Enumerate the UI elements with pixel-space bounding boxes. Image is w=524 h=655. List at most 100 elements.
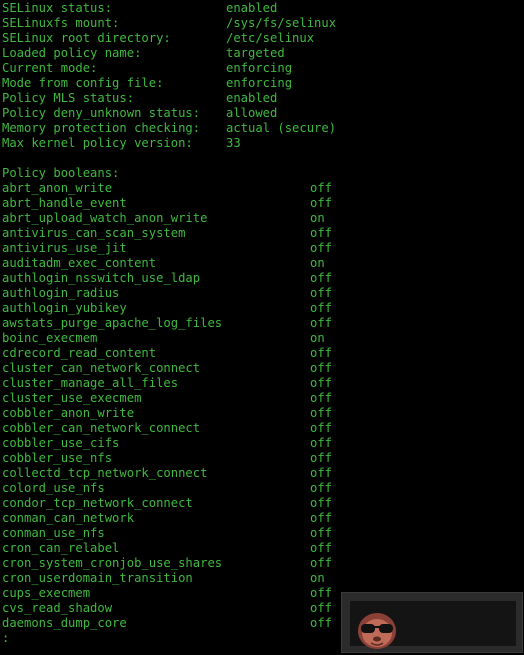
boolean-row: cobbler_anon_write off — [2, 406, 522, 421]
boolean-value: off — [310, 451, 333, 465]
boolean-row: colord_use_nfs off — [2, 481, 522, 496]
boolean-value: off — [310, 466, 333, 480]
boolean-name: awstats_purge_apache_log_files — [2, 316, 223, 330]
boolean-row: cluster_can_network_connect off — [2, 361, 522, 376]
boolean-value: off — [310, 556, 333, 570]
boolean-row: cron_userdomain_transition on — [2, 571, 522, 586]
boolean-row: collectd_tcp_network_connect off — [2, 466, 522, 481]
status-value: enforcing — [226, 76, 293, 90]
overlay-panel — [350, 601, 516, 649]
boolean-row: cluster_use_execmem off — [2, 391, 522, 406]
boolean-value: off — [310, 616, 333, 630]
status-row: Memory protection checking: actual (secur… — [2, 121, 522, 136]
boolean-value: off — [310, 361, 333, 375]
status-value: /sys/fs/selinux — [226, 16, 337, 30]
webcam-overlay — [341, 592, 523, 653]
boolean-row: cron_can_relabel off — [2, 541, 522, 556]
boolean-row: cobbler_use_nfs off — [2, 451, 522, 466]
boolean-name: cron_userdomain_transition — [2, 571, 193, 585]
boolean-value: on — [310, 571, 325, 585]
status-value: allowed — [226, 106, 278, 120]
boolean-name: collectd_tcp_network_connect — [2, 466, 208, 480]
sloth-sunglasses-icon — [358, 613, 396, 649]
boolean-row: cobbler_use_cifs off — [2, 436, 522, 451]
boolean-value: off — [310, 601, 333, 615]
status-value: enforcing — [226, 61, 293, 75]
status-key: Current mode: — [2, 61, 98, 75]
boolean-name: cron_system_cronjob_use_shares — [2, 556, 223, 570]
boolean-row: cdrecord_read_content off — [2, 346, 522, 361]
boolean-row: abrt_upload_watch_anon_write on — [2, 211, 522, 226]
boolean-row: authlogin_nsswitch_use_ldap off — [2, 271, 522, 286]
boolean-value: off — [310, 286, 333, 300]
boolean-name: cobbler_can_network_connect — [2, 421, 201, 435]
boolean-row: boinc_execmem on — [2, 331, 522, 346]
boolean-name: cobbler_use_cifs — [2, 436, 120, 450]
booleans-header: Policy booleans: — [2, 166, 120, 180]
terminal-output: SELinux status: enabled SELinuxfs mount: /s… — [2, 1, 522, 646]
boolean-name: auditadm_exec_content — [2, 256, 157, 270]
boolean-row: abrt_anon_write off — [2, 181, 522, 196]
boolean-name: cobbler_anon_write — [2, 406, 135, 420]
boolean-name: abrt_anon_write — [2, 181, 113, 195]
boolean-name: authlogin_radius — [2, 286, 120, 300]
status-row: Max kernel policy version: 33 — [2, 136, 522, 151]
status-key: SELinux status: — [2, 1, 113, 15]
boolean-value: on — [310, 256, 325, 270]
boolean-name: conman_can_network — [2, 511, 135, 525]
boolean-value: off — [310, 541, 333, 555]
boolean-name: condor_tcp_network_connect — [2, 496, 193, 510]
boolean-row: cluster_manage_all_files off — [2, 376, 522, 391]
status-key: Policy deny_unknown status: — [2, 106, 201, 120]
boolean-name: cups_execmem — [2, 586, 91, 600]
status-row: Loaded policy name: targeted — [2, 46, 522, 61]
boolean-row: condor_tcp_network_connect off — [2, 496, 522, 511]
boolean-value: off — [310, 421, 333, 435]
boolean-value: off — [310, 241, 333, 255]
status-row: Policy deny_unknown status: allowed — [2, 106, 522, 121]
boolean-row: antivirus_use_jit off — [2, 241, 522, 256]
status-key: Memory protection checking: — [2, 121, 201, 135]
boolean-name: abrt_upload_watch_anon_write — [2, 211, 208, 225]
boolean-value: off — [310, 181, 333, 195]
boolean-value: on — [310, 211, 325, 225]
boolean-name: antivirus_can_scan_system — [2, 226, 186, 240]
boolean-value: off — [310, 346, 333, 360]
boolean-row: awstats_purge_apache_log_files off — [2, 316, 522, 331]
boolean-value: off — [310, 496, 333, 510]
boolean-value: off — [310, 526, 333, 540]
boolean-row: cobbler_can_network_connect off — [2, 421, 522, 436]
status-row: Policy MLS status: enabled — [2, 91, 522, 106]
boolean-name: antivirus_use_jit — [2, 241, 127, 255]
boolean-row: auditadm_exec_content on — [2, 256, 522, 271]
status-value: targeted — [226, 46, 285, 60]
status-value: enabled — [226, 91, 278, 105]
boolean-value: on — [310, 331, 325, 345]
boolean-row: antivirus_can_scan_system off — [2, 226, 522, 241]
boolean-name: cdrecord_read_content — [2, 346, 157, 360]
boolean-name: authlogin_yubikey — [2, 301, 127, 315]
boolean-name: cvs_read_shadow — [2, 601, 113, 615]
boolean-name: cobbler_use_nfs — [2, 451, 113, 465]
boolean-value: off — [310, 226, 333, 240]
boolean-value: off — [310, 481, 333, 495]
boolean-name: abrt_handle_event — [2, 196, 127, 210]
status-value: /etc/selinux — [226, 31, 315, 45]
boolean-row: authlogin_yubikey off — [2, 301, 522, 316]
boolean-row: cron_system_cronjob_use_shares off — [2, 556, 522, 571]
boolean-name: daemons_dump_core — [2, 616, 127, 630]
boolean-row: conman_can_network off — [2, 511, 522, 526]
boolean-value: off — [310, 406, 333, 420]
boolean-name: colord_use_nfs — [2, 481, 105, 495]
boolean-row: conman_use_nfs off — [2, 526, 522, 541]
boolean-name: cluster_use_execmem — [2, 391, 142, 405]
boolean-value: off — [310, 436, 333, 450]
boolean-value: off — [310, 511, 333, 525]
status-key: Mode from config file: — [2, 76, 164, 90]
booleans-list: abrt_anon_write off abrt_handle_event off ab… — [2, 181, 522, 631]
status-value: 33 — [226, 136, 241, 150]
status-value: actual (secure) — [226, 121, 337, 135]
status-key: SELinux root directory: — [2, 31, 171, 45]
status-row: Mode from config file: enforcing — [2, 76, 522, 91]
